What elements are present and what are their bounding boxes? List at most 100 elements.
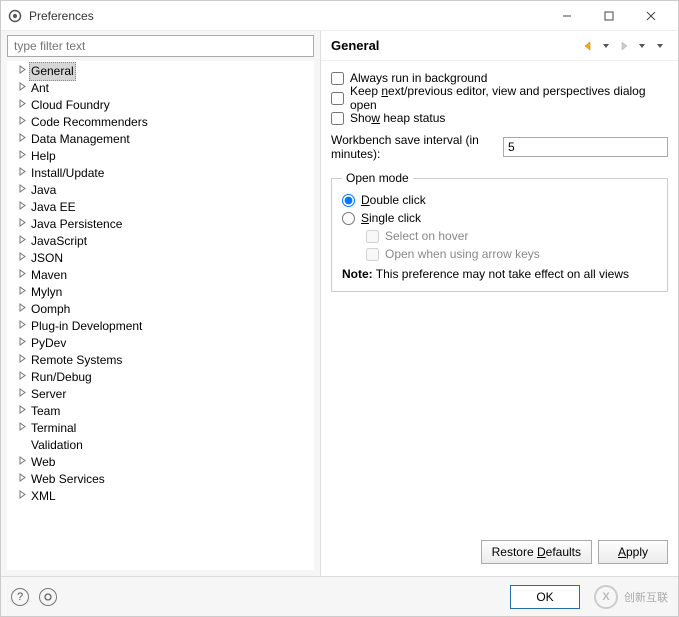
tree-item-label: Team <box>29 403 62 420</box>
tree-item-label: Validation <box>29 437 85 454</box>
show-heap-checkbox[interactable]: Show heap status <box>331 109 668 127</box>
tree-item-label: Java EE <box>29 199 78 216</box>
tree-item[interactable]: Java EE <box>7 199 314 216</box>
expand-arrow-icon[interactable] <box>15 267 29 284</box>
chevron-down-icon[interactable] <box>598 38 614 54</box>
tree-item[interactable]: Help <box>7 148 314 165</box>
tree-item[interactable]: Oomph <box>7 301 314 318</box>
restore-defaults-button[interactable]: Restore Defaults <box>481 540 592 564</box>
radio-label: Single click <box>361 211 421 225</box>
tree-item[interactable]: PyDev <box>7 335 314 352</box>
note-row: Note: This preference may not take effec… <box>342 267 657 281</box>
expand-arrow-icon[interactable] <box>15 488 29 505</box>
ok-button[interactable]: OK <box>510 585 580 609</box>
tree-item[interactable]: Run/Debug <box>7 369 314 386</box>
tree-item[interactable]: Web Services <box>7 471 314 488</box>
chevron-down-icon[interactable] <box>634 38 650 54</box>
tree-item-label: Oomph <box>29 301 72 318</box>
expand-arrow-icon[interactable] <box>15 352 29 369</box>
select-on-hover-checkbox: Select on hover <box>366 227 657 245</box>
tree-item[interactable]: Validation <box>7 437 314 454</box>
preference-tree[interactable]: GeneralAntCloud FoundryCode Recommenders… <box>7 61 314 570</box>
tree-item[interactable]: Mylyn <box>7 284 314 301</box>
tree-item-label: Web <box>29 454 57 471</box>
expand-arrow-icon[interactable] <box>15 284 29 301</box>
double-click-radio[interactable]: Double click <box>342 191 657 209</box>
minimize-button[interactable] <box>546 2 588 30</box>
checkbox-input <box>366 230 379 243</box>
expand-arrow-icon[interactable] <box>15 80 29 97</box>
expand-arrow-icon[interactable] <box>15 369 29 386</box>
tree-item[interactable]: XML <box>7 488 314 505</box>
expand-arrow-icon[interactable] <box>15 318 29 335</box>
open-mode-legend: Open mode <box>342 171 413 185</box>
page-footer: Restore Defaults Apply <box>321 534 678 576</box>
expand-arrow-icon[interactable] <box>15 420 29 437</box>
tree-item[interactable]: Remote Systems <box>7 352 314 369</box>
single-click-radio[interactable]: Single click <box>342 209 657 227</box>
menu-chevron-icon[interactable] <box>652 38 668 54</box>
tree-item-label: Java <box>29 182 58 199</box>
expand-arrow-icon[interactable] <box>15 63 29 80</box>
filter-input[interactable] <box>7 35 314 57</box>
tree-item[interactable]: Java <box>7 182 314 199</box>
tree-item[interactable]: JSON <box>7 250 314 267</box>
tree-item-label: PyDev <box>29 335 68 352</box>
checkbox-label: Keep next/previous editor, view and pers… <box>350 84 668 112</box>
expand-arrow-icon[interactable] <box>15 148 29 165</box>
tree-item-label: JSON <box>29 250 65 267</box>
tree-item[interactable]: Data Management <box>7 131 314 148</box>
expand-arrow-icon[interactable] <box>15 403 29 420</box>
tree-item[interactable]: Terminal <box>7 420 314 437</box>
preferences-window: Preferences GeneralAntCloud FoundryCode … <box>0 0 679 617</box>
expand-arrow-icon[interactable] <box>15 301 29 318</box>
import-export-icon[interactable] <box>39 588 57 606</box>
help-icon[interactable]: ? <box>11 588 29 606</box>
tree-item[interactable]: JavaScript <box>7 233 314 250</box>
radio-input[interactable] <box>342 194 355 207</box>
tree-item[interactable]: Ant <box>7 80 314 97</box>
tree-item[interactable]: Web <box>7 454 314 471</box>
titlebar: Preferences <box>1 1 678 31</box>
expand-arrow-icon[interactable] <box>15 216 29 233</box>
expand-arrow-icon[interactable] <box>15 335 29 352</box>
tree-item-label: Server <box>29 386 68 403</box>
bottom-bar: ? OK X 创新互联 <box>1 576 678 616</box>
tree-item-label: Web Services <box>29 471 107 488</box>
close-button[interactable] <box>630 2 672 30</box>
tree-item[interactable]: Code Recommenders <box>7 114 314 131</box>
expand-arrow-icon[interactable] <box>15 114 29 131</box>
tree-item[interactable]: Maven <box>7 267 314 284</box>
keep-next-prev-checkbox[interactable]: Keep next/previous editor, view and pers… <box>331 89 668 107</box>
expand-arrow-icon[interactable] <box>15 233 29 250</box>
tree-item[interactable]: Cloud Foundry <box>7 97 314 114</box>
tree-item[interactable]: Plug-in Development <box>7 318 314 335</box>
expand-arrow-icon[interactable] <box>15 165 29 182</box>
page-content: Always run in background Keep next/previ… <box>321 61 678 534</box>
expand-arrow-icon[interactable] <box>15 386 29 403</box>
expand-arrow-icon[interactable] <box>15 250 29 267</box>
expand-arrow-icon[interactable] <box>15 97 29 114</box>
save-interval-input[interactable] <box>503 137 668 157</box>
expand-arrow-icon[interactable] <box>15 131 29 148</box>
expand-arrow-icon[interactable] <box>15 199 29 216</box>
tree-item-label: Ant <box>29 80 51 97</box>
tree-item[interactable]: Server <box>7 386 314 403</box>
forward-icon[interactable] <box>616 38 632 54</box>
apply-button[interactable]: Apply <box>598 540 668 564</box>
expand-arrow-icon[interactable] <box>15 182 29 199</box>
tree-item[interactable]: General <box>7 63 314 80</box>
tree-item[interactable]: Java Persistence <box>7 216 314 233</box>
checkbox-input[interactable] <box>331 92 344 105</box>
expand-arrow-icon[interactable] <box>15 454 29 471</box>
back-icon[interactable] <box>580 38 596 54</box>
tree-item[interactable]: Install/Update <box>7 165 314 182</box>
page-title: General <box>331 38 580 53</box>
expand-arrow-icon[interactable] <box>15 471 29 488</box>
checkbox-input[interactable] <box>331 72 344 85</box>
right-panel: General Always run in background Keep ne… <box>321 31 678 576</box>
tree-item[interactable]: Team <box>7 403 314 420</box>
radio-input[interactable] <box>342 212 355 225</box>
maximize-button[interactable] <box>588 2 630 30</box>
checkbox-input[interactable] <box>331 112 344 125</box>
